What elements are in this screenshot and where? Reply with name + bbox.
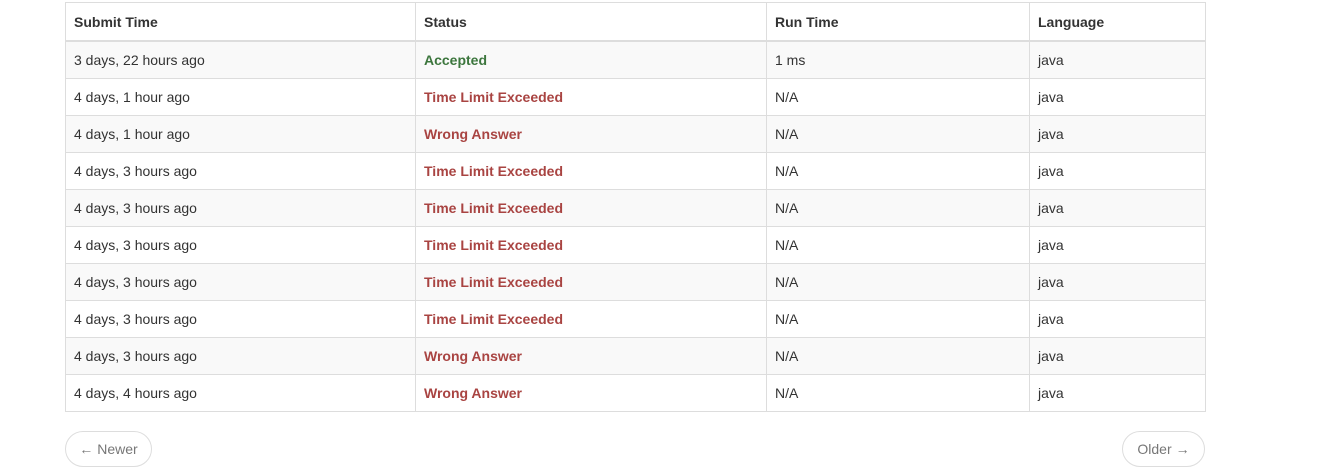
submit-time-cell: 3 days, 22 hours ago	[65, 40, 416, 79]
table-row: 4 days, 3 hours ago Time Limit Exceeded N/…	[65, 226, 1206, 264]
status-cell[interactable]: Wrong Answer	[415, 115, 767, 153]
run-time-cell: N/A	[766, 115, 1030, 153]
language-cell: java	[1029, 374, 1206, 412]
submit-time-cell: 4 days, 3 hours ago	[65, 337, 416, 375]
newer-page-button[interactable]: ← Newer	[65, 431, 152, 467]
table-row: 4 days, 3 hours ago Time Limit Exceeded N/…	[65, 300, 1206, 338]
submit-time-cell: 4 days, 3 hours ago	[65, 152, 416, 190]
language-cell: java	[1029, 226, 1206, 264]
header-submit-time: Submit Time	[65, 2, 416, 42]
run-time-cell: 1 ms	[766, 40, 1030, 79]
language-cell: java	[1029, 189, 1206, 227]
run-time-cell: N/A	[766, 152, 1030, 190]
table-row: 4 days, 3 hours ago Wrong Answer N/A java	[65, 337, 1206, 375]
header-run-time: Run Time	[766, 2, 1030, 42]
submit-time-cell: 4 days, 4 hours ago	[65, 374, 416, 412]
language-cell: java	[1029, 337, 1206, 375]
table-row: 4 days, 4 hours ago Wrong Answer N/A java	[65, 374, 1206, 412]
older-label: Older	[1137, 441, 1172, 457]
table-row: 4 days, 1 hour ago Wrong Answer N/A java	[65, 115, 1206, 153]
status-cell[interactable]: Time Limit Exceeded	[415, 152, 767, 190]
submit-time-cell: 4 days, 3 hours ago	[65, 226, 416, 264]
status-cell[interactable]: Time Limit Exceeded	[415, 189, 767, 227]
language-cell: java	[1029, 78, 1206, 116]
submissions-table: Submit Time Status Run Time Language 3 d…	[65, 2, 1206, 412]
language-cell: java	[1029, 115, 1206, 153]
run-time-cell: N/A	[766, 226, 1030, 264]
language-cell: java	[1029, 300, 1206, 338]
submit-time-cell: 4 days, 3 hours ago	[65, 263, 416, 301]
arrow-right-icon: →	[1175, 441, 1190, 457]
header-language: Language	[1029, 2, 1206, 42]
table-row: 4 days, 3 hours ago Time Limit Exceeded N/…	[65, 189, 1206, 227]
arrow-left-icon: ←	[79, 441, 94, 457]
status-cell[interactable]: Wrong Answer	[415, 337, 767, 375]
status-cell[interactable]: Time Limit Exceeded	[415, 78, 767, 116]
status-cell[interactable]: Accepted	[415, 40, 767, 79]
language-cell: java	[1029, 40, 1206, 79]
language-cell: java	[1029, 152, 1206, 190]
status-cell[interactable]: Time Limit Exceeded	[415, 300, 767, 338]
language-cell: java	[1029, 263, 1206, 301]
older-page-button[interactable]: Older →	[1122, 431, 1205, 467]
table-row: 4 days, 3 hours ago Time Limit Exceeded N/…	[65, 263, 1206, 301]
table-row: 3 days, 22 hours ago Accepted 1 ms java	[65, 40, 1206, 79]
submit-time-cell: 4 days, 1 hour ago	[65, 115, 416, 153]
submit-time-cell: 4 days, 3 hours ago	[65, 300, 416, 338]
submit-time-cell: 4 days, 3 hours ago	[65, 189, 416, 227]
run-time-cell: N/A	[766, 337, 1030, 375]
run-time-cell: N/A	[766, 78, 1030, 116]
run-time-cell: N/A	[766, 189, 1030, 227]
submissions-panel: Submit Time Status Run Time Language 3 d…	[65, 2, 1206, 412]
status-cell[interactable]: Time Limit Exceeded	[415, 263, 767, 301]
table-row: 4 days, 3 hours ago Time Limit Exceeded N/…	[65, 152, 1206, 190]
status-cell[interactable]: Wrong Answer	[415, 374, 767, 412]
submit-time-cell: 4 days, 1 hour ago	[65, 78, 416, 116]
newer-label: Newer	[97, 441, 138, 457]
run-time-cell: N/A	[766, 374, 1030, 412]
run-time-cell: N/A	[766, 263, 1030, 301]
table-row: 4 days, 1 hour ago Time Limit Exceeded N/A…	[65, 78, 1206, 116]
run-time-cell: N/A	[766, 300, 1030, 338]
status-cell[interactable]: Time Limit Exceeded	[415, 226, 767, 264]
header-status: Status	[415, 2, 767, 42]
table-header-row: Submit Time Status Run Time Language	[65, 2, 1206, 42]
